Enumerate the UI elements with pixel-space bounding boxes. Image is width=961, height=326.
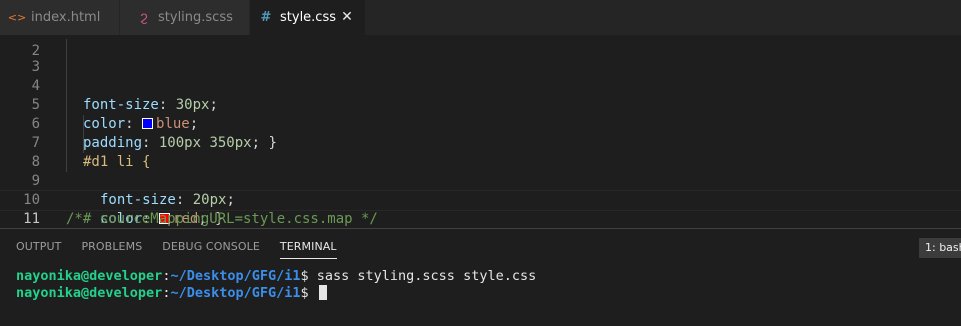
code-line: 4 color: blue; xyxy=(0,58,961,132)
terminal-prompt: $ xyxy=(300,268,317,284)
indent-guide xyxy=(83,115,84,134)
tab-debug-console[interactable]: DEBUG CONSOLE xyxy=(162,229,260,265)
tab-index-html[interactable]: <> index.html xyxy=(0,0,120,35)
terminal-path: ~/Desktop/GFG/i1 xyxy=(170,285,301,301)
indent-guide xyxy=(83,134,84,153)
code-line: 10 /*# sourceMappingURL=style.css.map */ xyxy=(0,172,961,227)
current-code-line[interactable]: 11 xyxy=(0,190,961,227)
tab-label: style.css xyxy=(280,10,336,25)
indent-guide xyxy=(66,39,67,58)
indent-guide xyxy=(66,153,67,172)
indent-guide xyxy=(66,115,67,134)
tab-label: styling.scss xyxy=(158,10,233,25)
code-line: 8 color: red; } xyxy=(0,134,961,227)
terminal-user: nayonika@developer xyxy=(16,268,163,284)
code-line: 6 #d1 li { xyxy=(0,96,961,170)
tab-styling-scss[interactable]: ϩ styling.scss xyxy=(120,0,250,35)
terminal-select-dropdown[interactable]: 1: bash xyxy=(919,238,961,258)
indent-guide xyxy=(66,96,67,115)
css-icon: # xyxy=(260,10,272,25)
indent-guide xyxy=(66,134,67,153)
tab-terminal[interactable]: TERMINAL xyxy=(279,229,337,265)
terminal-path: ~/Desktop/GFG/i1 xyxy=(170,268,301,284)
tab-output[interactable]: OUTPUT xyxy=(16,229,61,265)
tab-problems[interactable]: PROBLEMS xyxy=(81,229,142,265)
indent-guide xyxy=(66,58,67,77)
sass-icon: ϩ xyxy=(140,10,148,25)
terminal-prompt: $ xyxy=(300,285,317,301)
terminal-user: nayonika@developer xyxy=(16,285,163,301)
code-line: 9 xyxy=(0,153,961,189)
terminal-output[interactable]: nayonika@developer:~/Desktop/GFG/i1$ sas… xyxy=(16,268,956,302)
terminal-command: sass styling.scss style.css xyxy=(316,268,537,284)
code-line: 3 font-size: 30px; xyxy=(0,39,961,113)
bottom-panel: OUTPUT PROBLEMS DEBUG CONSOLE TERMINAL 1… xyxy=(0,228,961,326)
panel-tab-bar: OUTPUT PROBLEMS DEBUG CONSOLE TERMINAL xyxy=(0,229,341,265)
close-icon[interactable]: ✕ xyxy=(339,9,355,25)
terminal-line: nayonika@developer:~/Desktop/GFG/i1$ sas… xyxy=(16,268,956,285)
indent-guide xyxy=(66,77,67,96)
terminal-line: nayonika@developer:~/Desktop/GFG/i1$ xyxy=(16,285,956,302)
tab-label: index.html xyxy=(31,10,101,25)
code-line: 7 font-size: 20px; xyxy=(0,115,961,208)
tab-style-css[interactable]: # style.css ✕ xyxy=(250,0,366,35)
source-map-comment: /*# sourceMappingURL=style.css.map */ xyxy=(66,211,378,227)
html-icon: <> xyxy=(7,11,27,24)
line-number: 11 xyxy=(23,211,40,227)
terminal-cursor xyxy=(318,285,327,300)
code-editor[interactable]: 2 3 font-size: 30px; 4 color: blue; 5 pa… xyxy=(0,35,961,228)
editor-tab-bar: <> index.html ϩ styling.scss # style.css… xyxy=(0,0,961,35)
code-line: 5 padding: 100px 350px; } xyxy=(0,77,961,151)
vscode-window: <> index.html ϩ styling.scss # style.css… xyxy=(0,0,961,326)
